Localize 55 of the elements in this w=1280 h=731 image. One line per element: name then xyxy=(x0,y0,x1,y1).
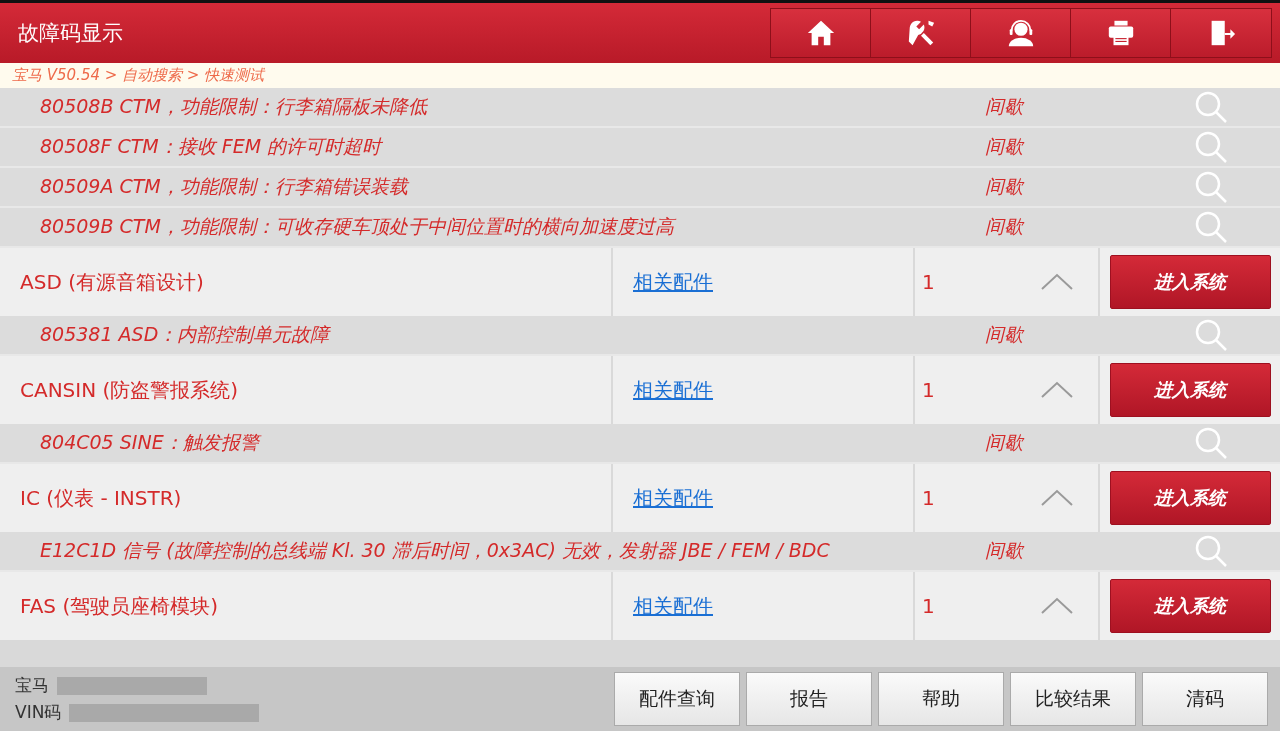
home-icon xyxy=(805,18,836,48)
print-button[interactable] xyxy=(1071,9,1171,57)
search-icon[interactable] xyxy=(1194,534,1228,568)
related-parts-link[interactable]: 相关配件 xyxy=(633,268,713,296)
search-icon[interactable] xyxy=(1194,170,1228,204)
fault-code-text: 804C05 SINE：触发报警 xyxy=(0,430,985,456)
module-name: CANSIN (防盗警报系统) xyxy=(20,376,239,404)
related-parts-link[interactable]: 相关配件 xyxy=(633,592,713,620)
home-button[interactable] xyxy=(771,9,871,57)
module-name: ASD (有源音箱设计) xyxy=(20,268,204,296)
related-parts-link[interactable]: 相关配件 xyxy=(633,484,713,512)
fault-status: 间歇 xyxy=(985,322,1026,347)
enter-system-button[interactable]: 进入系统 xyxy=(1109,363,1271,417)
breadcrumb: 宝马 V50.54 > 自动搜索 > 快速测试 xyxy=(0,63,1280,88)
fault-code-text: 80508B CTM，功能限制：行李箱隔板未降低 xyxy=(39,94,429,119)
fault-code-text: 80509A CTM，功能限制：行李箱错误装载 xyxy=(39,174,411,199)
fault-count: 1 xyxy=(922,270,935,294)
fault-code-text: 805381 ASD：内部控制单元故障 xyxy=(39,322,332,347)
search-icon[interactable] xyxy=(1194,90,1228,124)
fault-status: 间歇 xyxy=(985,430,1026,455)
search-icon[interactable] xyxy=(1194,210,1228,244)
tools-button[interactable] xyxy=(871,9,971,57)
fault-status: 间歇 xyxy=(985,134,1026,159)
fault-count: 1 xyxy=(922,594,935,618)
related-parts-link[interactable]: 相关配件 xyxy=(633,376,713,404)
chevron-up-icon[interactable] xyxy=(1041,273,1073,291)
fault-status: 间歇 xyxy=(985,94,1026,119)
chevron-up-icon[interactable] xyxy=(1041,381,1073,399)
fault-status: 间歇 xyxy=(985,214,1026,239)
vin-label: VIN码 xyxy=(15,701,62,724)
fault-status: 间歇 xyxy=(985,538,1026,563)
module-name: FAS (驾驶员座椅模块) xyxy=(20,592,218,620)
enter-system-button[interactable]: 进入系统 xyxy=(1109,579,1271,633)
fault-count: 1 xyxy=(922,486,935,510)
search-icon[interactable] xyxy=(1194,130,1228,164)
fault-code-text: E12C1D 信号 (故障控制的总线端 Kl. 30 滞后时间，0x3AC) 无效，发射器 JBE / FEM / BDC xyxy=(39,538,831,563)
vehicle-label: 宝马 xyxy=(15,674,49,697)
enter-system-button[interactable]: 进入系统 xyxy=(1109,471,1271,525)
fault-code-text: 80508F CTM：接收 FEM 的许可时超时 xyxy=(39,134,384,159)
footer-button[interactable]: 比较结果 xyxy=(1010,672,1136,726)
support-button[interactable] xyxy=(971,9,1071,57)
enter-system-button[interactable]: 进入系统 xyxy=(1109,255,1271,309)
fault-status: 间歇 xyxy=(985,174,1026,199)
screen-title: 故障码显示 xyxy=(18,20,123,47)
footer-button[interactable]: 帮助 xyxy=(878,672,1004,726)
footer-button[interactable]: 报告 xyxy=(746,672,872,726)
footer-button[interactable]: 清码 xyxy=(1142,672,1268,726)
search-icon[interactable] xyxy=(1194,426,1228,460)
fault-code-text: 80509B CTM，功能限制：可收存硬车顶处于中间位置时的横向加速度过高 xyxy=(0,214,985,240)
search-icon[interactable] xyxy=(1194,318,1228,352)
footer-button[interactable]: 配件查询 xyxy=(614,672,740,726)
chevron-up-icon[interactable] xyxy=(1041,489,1073,507)
fault-count: 1 xyxy=(922,378,935,402)
chevron-up-icon[interactable] xyxy=(1041,597,1073,615)
module-name: IC (仪表 - INSTR) xyxy=(20,484,182,512)
